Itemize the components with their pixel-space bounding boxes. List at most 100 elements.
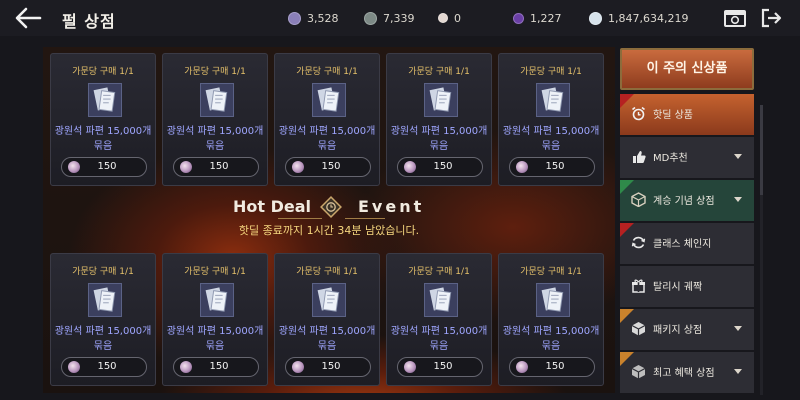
product-name: 광원석 파편 15,000개 묶음 xyxy=(163,124,267,154)
price-value: 150 xyxy=(209,161,229,172)
product-name-line2: 묶음 xyxy=(205,141,225,152)
box-icon xyxy=(631,365,646,379)
product-name-line2: 묶음 xyxy=(317,341,337,352)
buy-button[interactable]: 150 xyxy=(285,357,371,377)
currency-value: 3,528 xyxy=(307,11,339,25)
sidebar-item-2[interactable]: MD추천 xyxy=(620,137,754,178)
purchase-limit: 가문당 구매 1/1 xyxy=(184,67,246,77)
purchase-limit: 가문당 구매 1/1 xyxy=(184,267,246,277)
exit-door-icon[interactable] xyxy=(760,7,784,29)
product-name-line2: 묶음 xyxy=(429,341,449,352)
buy-button[interactable]: 150 xyxy=(173,357,259,377)
sidebar-scroll-thumb[interactable] xyxy=(760,105,763,195)
product-name: 광원석 파편 15,000개 묶음 xyxy=(51,324,155,354)
currency-pearl: 0 xyxy=(438,9,461,27)
product-card[interactable]: 가문당 구매 1/1 광원석 파편 15,000개 묶음 150 xyxy=(50,53,156,186)
price-value: 150 xyxy=(209,361,229,372)
currency-purple-orb: 3,528 xyxy=(288,9,339,27)
sidebar-item-4[interactable]: 클래스 체인지 xyxy=(620,223,754,264)
product-name-line2: 묶음 xyxy=(93,341,113,352)
currency-value: 1,847,634,219 xyxy=(608,11,689,25)
currency-violet-gem: 1,227 xyxy=(513,9,562,27)
product-name-line1: 광원석 파편 15,000개 xyxy=(502,126,600,137)
product-name-line1: 광원석 파편 15,000개 xyxy=(278,126,376,137)
product-name-line1: 광원석 파편 15,000개 xyxy=(166,326,264,337)
cube-icon xyxy=(631,192,646,207)
sidebar-item-5[interactable]: 탈리시 궤짝 xyxy=(620,266,754,307)
product-card[interactable]: 가문당 구매 1/1 광원석 파편 15,000개묶음 150 xyxy=(274,53,380,186)
package-icon xyxy=(631,322,646,336)
product-name: 광원석 파편 15,000개묶음 xyxy=(163,324,267,354)
purple-orb-currency-icon xyxy=(288,11,301,25)
buy-button[interactable]: 150 xyxy=(397,357,483,377)
product-name: 광원석 파편 15,000개 묶음 xyxy=(387,124,491,154)
currency-grey-orb: 7,339 xyxy=(364,9,415,27)
ore-fragment-item-icon xyxy=(200,83,234,117)
ore-fragment-item-icon xyxy=(312,283,346,317)
sidebar-item-label: 패키지 상점 xyxy=(653,325,703,336)
product-card[interactable]: 가문당 구매 1/1 광원석 파편 15,000개 묶음 150 xyxy=(162,53,268,186)
chevron-down-icon[interactable] xyxy=(734,197,742,202)
sidebar-item-label: MD추천 xyxy=(653,153,688,164)
gift-box-icon xyxy=(632,279,645,293)
ore-fragment-item-icon xyxy=(88,283,122,317)
product-card[interactable]: 가문당 구매 1/1 광원석 파편 15,000개묶음 150 xyxy=(162,253,268,386)
buy-button[interactable]: 150 xyxy=(509,157,595,177)
product-card[interactable]: 가문당 구매 1/1 광원석 파편 15,000개묶음 150 xyxy=(386,253,492,386)
buy-button[interactable]: 150 xyxy=(173,157,259,177)
buy-button[interactable]: 150 xyxy=(285,157,371,177)
ore-fragment-item-icon xyxy=(424,283,458,317)
coupon-box-icon[interactable] xyxy=(723,7,747,29)
chevron-down-icon[interactable] xyxy=(734,326,742,331)
banner-title-left: Hot Deal xyxy=(233,197,312,216)
sidebar-item-3[interactable]: 계승 기념 상점 xyxy=(620,180,754,221)
ore-fragment-item-icon xyxy=(536,83,570,117)
product-name-line2: 묶음 xyxy=(317,141,337,152)
thumbs-up-icon xyxy=(633,151,646,163)
sidebar-item-6[interactable]: 패키지 상점 xyxy=(620,309,754,350)
product-card[interactable]: 가문당 구매 1/1 광원석 파편 15,000개 묶음 150 xyxy=(50,253,156,386)
ore-fragment-item-icon xyxy=(424,83,458,117)
buy-button[interactable]: 150 xyxy=(61,157,147,177)
product-name-line2: 묶음 xyxy=(205,341,225,352)
chevron-down-icon[interactable] xyxy=(734,154,742,159)
sidebar-item-7[interactable]: 최고 혜택 상점 xyxy=(620,352,754,393)
hot-deal-banner: Hot Deal Event 핫딜 종료까지 1시간 34분 남았습니다. xyxy=(43,194,615,240)
alarm-clock-icon xyxy=(632,106,645,121)
product-name: 광원석 파편 15,000개묶음 xyxy=(275,324,379,354)
purchase-limit: 가문당 구매 1/1 xyxy=(72,267,134,277)
product-card[interactable]: 가문당 구매 1/1 광원석 파편 15,000개 묶음 150 xyxy=(498,253,604,386)
product-name-line1: 광원석 파편 15,000개 xyxy=(502,326,600,337)
buy-button[interactable]: 150 xyxy=(61,357,147,377)
purchase-limit: 가문당 구매 1/1 xyxy=(72,67,134,77)
purchase-limit: 가문당 구매 1/1 xyxy=(296,67,358,77)
purchase-limit: 가문당 구매 1/1 xyxy=(408,267,470,277)
product-name-line1: 광원석 파편 15,000개 xyxy=(278,326,376,337)
back-arrow-icon[interactable] xyxy=(14,6,42,30)
sidebar-item-label: 핫딜 상품 xyxy=(653,110,693,121)
product-card[interactable]: 가문당 구매 1/1 광원석 파편 15,000개묶음 150 xyxy=(498,53,604,186)
buy-button[interactable]: 150 xyxy=(509,357,595,377)
product-name-line2: 묶음 xyxy=(93,141,113,152)
violet-gem-currency-icon xyxy=(513,12,524,24)
ore-fragment-item-icon xyxy=(88,83,122,117)
product-card[interactable]: 가문당 구매 1/1 광원석 파편 15,000개 묶음 150 xyxy=(274,253,380,386)
product-name-line2: 묶음 xyxy=(541,341,561,352)
product-name-line2: 묶음 xyxy=(541,141,561,152)
price-value: 150 xyxy=(97,161,117,172)
banner-divider-right xyxy=(345,218,385,219)
buy-button[interactable]: 150 xyxy=(397,157,483,177)
purchase-limit: 가문당 구매 1/1 xyxy=(520,67,582,77)
product-card[interactable]: 가문당 구매 1/1 광원석 파편 15,000개 묶음 150 xyxy=(386,53,492,186)
white-pearl-currency-icon xyxy=(589,11,602,25)
banner-divider-left xyxy=(278,218,322,219)
sidebar-item-1[interactable]: 핫딜 상품 xyxy=(620,94,754,135)
currency-value: 1,227 xyxy=(530,11,562,25)
purchase-limit: 가문당 구매 1/1 xyxy=(408,67,470,77)
currency-white-pearl: 1,847,634,219 xyxy=(589,9,688,27)
price-value: 150 xyxy=(321,161,341,172)
currency-value: 7,339 xyxy=(383,11,415,25)
chevron-down-icon[interactable] xyxy=(734,369,742,374)
weekly-new-products-button[interactable]: 이 주의 신상품 xyxy=(620,48,754,90)
product-name-line1: 광원석 파편 15,000개 xyxy=(390,326,488,337)
